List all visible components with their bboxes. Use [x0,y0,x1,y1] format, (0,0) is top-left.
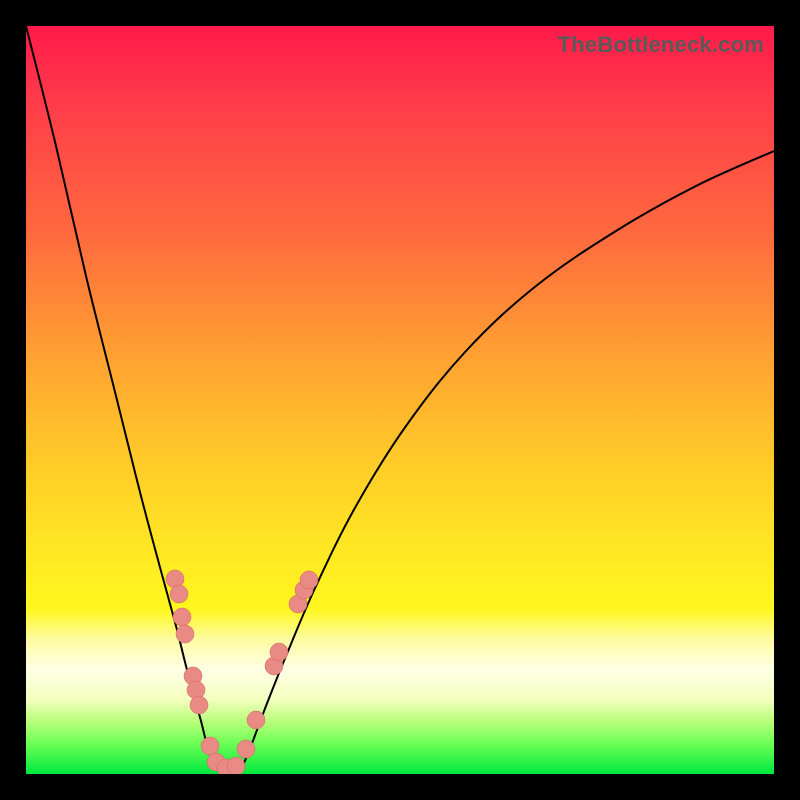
data-point-2 [173,608,191,626]
data-point-12 [247,711,265,729]
data-point-17 [300,571,318,589]
data-point-1 [170,585,188,603]
data-point-14 [270,643,288,661]
chart-svg [26,26,774,774]
curve-left-curve [26,26,218,770]
curve-layer [26,26,774,770]
data-point-7 [201,737,219,755]
dots-layer [166,570,318,774]
data-point-6 [190,696,208,714]
curve-right-curve [241,151,774,770]
chart-frame: TheBottleneck.com [26,26,774,774]
data-point-11 [237,740,255,758]
data-point-3 [176,625,194,643]
data-point-10 [227,757,245,774]
